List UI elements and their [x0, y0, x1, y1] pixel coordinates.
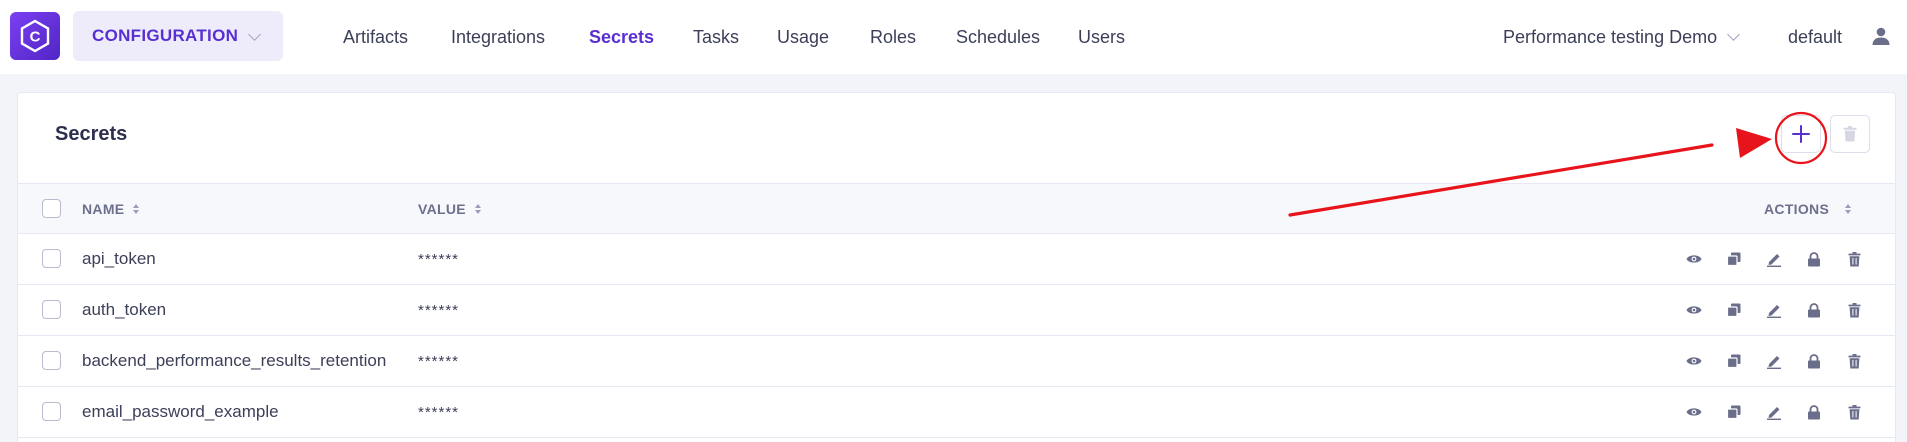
secret-value: ****** [418, 352, 460, 370]
nav-users[interactable]: Users [1078, 0, 1125, 74]
table-row[interactable]: backend_performance_results_retention **… [18, 336, 1895, 387]
edit-secret-button[interactable] [1764, 351, 1784, 371]
copy-secret-button[interactable] [1724, 351, 1744, 371]
nav-schedules[interactable]: Schedules [956, 0, 1040, 74]
app-logo[interactable]: C [10, 12, 60, 60]
view-secret-button[interactable] [1684, 300, 1704, 320]
table-row[interactable]: api_token ****** [18, 234, 1895, 285]
row-checkbox[interactable] [42, 402, 61, 421]
copy-secret-button[interactable] [1724, 402, 1744, 422]
secret-name: auth_token [82, 300, 167, 319]
column-header-actions[interactable]: ACTIONS [1764, 184, 1852, 233]
project-selector[interactable]: Performance testing Demo [1503, 0, 1740, 74]
row-actions [1684, 351, 1864, 371]
secret-value: ****** [418, 250, 460, 268]
secret-value: ****** [418, 301, 460, 319]
delete-secret-button[interactable] [1844, 402, 1864, 422]
edit-secret-button[interactable] [1764, 249, 1784, 269]
lock-icon [1808, 251, 1820, 266]
lock-secret-button[interactable] [1804, 351, 1824, 371]
table-row[interactable]: auth_token ****** [18, 285, 1895, 336]
delete-secret-button[interactable] [1844, 351, 1864, 371]
secret-name: email_password_example [82, 402, 279, 421]
row-actions [1684, 249, 1864, 269]
project-selector-label: Performance testing Demo [1503, 26, 1718, 47]
sort-icon [133, 203, 140, 214]
row-checkbox[interactable] [42, 249, 61, 268]
delete-selected-button[interactable] [1830, 115, 1870, 153]
copy-icon [1727, 354, 1741, 368]
nav-secrets[interactable]: Secrets [589, 0, 654, 74]
select-all-checkbox[interactable] [42, 199, 61, 218]
secret-name: api_token [82, 249, 156, 268]
delete-secret-button[interactable] [1844, 300, 1864, 320]
trash-icon [1848, 353, 1860, 368]
trash-icon [1843, 126, 1857, 142]
row-actions [1684, 300, 1864, 320]
secret-value: ****** [418, 403, 460, 421]
lock-secret-button[interactable] [1804, 249, 1824, 269]
table-header: NAME VALUE ACTIONS [18, 183, 1895, 234]
table-row[interactable]: email_password_example ****** [18, 387, 1895, 438]
nav-tasks[interactable]: Tasks [693, 0, 739, 74]
logo-icon: C [20, 19, 50, 53]
mode-selector[interactable]: CONFIGURATION [73, 11, 283, 61]
edit-secret-button[interactable] [1764, 300, 1784, 320]
view-secret-button[interactable] [1684, 249, 1704, 269]
edit-secret-button[interactable] [1764, 402, 1784, 422]
nav-usage[interactable]: Usage [777, 0, 829, 74]
lock-icon [1808, 302, 1820, 317]
column-header-name[interactable]: NAME [82, 184, 140, 233]
secrets-card: Secrets NAME VALUE ACTIONS api_token ***… [17, 92, 1896, 442]
nav-integrations[interactable]: Integrations [451, 0, 545, 74]
eye-icon [1686, 306, 1702, 314]
eye-icon [1686, 408, 1702, 416]
page-title: Secrets [55, 123, 128, 145]
edit-icon [1767, 254, 1781, 267]
lock-icon [1808, 353, 1820, 368]
mode-selector-label: CONFIGURATION [92, 26, 239, 45]
lock-secret-button[interactable] [1804, 402, 1824, 422]
nav-roles[interactable]: Roles [870, 0, 916, 74]
logo-letter: C [30, 29, 41, 46]
nav-artifacts[interactable]: Artifacts [343, 0, 408, 74]
edit-icon [1767, 305, 1781, 318]
top-navigation-bar: C CONFIGURATION Artifacts Integrations S… [0, 0, 1907, 74]
secret-name: backend_performance_results_retention [82, 351, 387, 370]
column-header-name-label: NAME [82, 200, 125, 217]
copy-icon [1727, 405, 1741, 419]
edit-icon [1767, 407, 1781, 420]
copy-secret-button[interactable] [1724, 249, 1744, 269]
row-checkbox[interactable] [42, 300, 61, 319]
eye-icon [1686, 357, 1702, 365]
chevron-down-icon [248, 27, 262, 41]
lock-secret-button[interactable] [1804, 300, 1824, 320]
chevron-down-icon [1727, 28, 1740, 41]
trash-icon [1848, 302, 1860, 317]
delete-secret-button[interactable] [1844, 249, 1864, 269]
eye-icon [1686, 255, 1702, 263]
edit-icon [1767, 356, 1781, 369]
view-secret-button[interactable] [1684, 351, 1704, 371]
row-checkbox[interactable] [42, 351, 61, 370]
copy-secret-button[interactable] [1724, 300, 1744, 320]
tenant-label[interactable]: default [1788, 0, 1842, 74]
add-secret-button[interactable] [1781, 115, 1821, 153]
sort-icon [1845, 203, 1852, 214]
copy-icon [1727, 303, 1741, 317]
lock-icon [1808, 404, 1820, 419]
plus-icon [1792, 125, 1810, 143]
column-header-value[interactable]: VALUE [418, 184, 481, 233]
trash-icon [1848, 404, 1860, 419]
user-icon[interactable] [1871, 26, 1891, 46]
column-header-actions-label: ACTIONS [1764, 200, 1830, 217]
trash-icon [1848, 251, 1860, 266]
column-header-value-label: VALUE [418, 200, 466, 217]
sort-icon [474, 203, 481, 214]
copy-icon [1727, 252, 1741, 266]
row-actions [1684, 402, 1864, 422]
view-secret-button[interactable] [1684, 402, 1704, 422]
